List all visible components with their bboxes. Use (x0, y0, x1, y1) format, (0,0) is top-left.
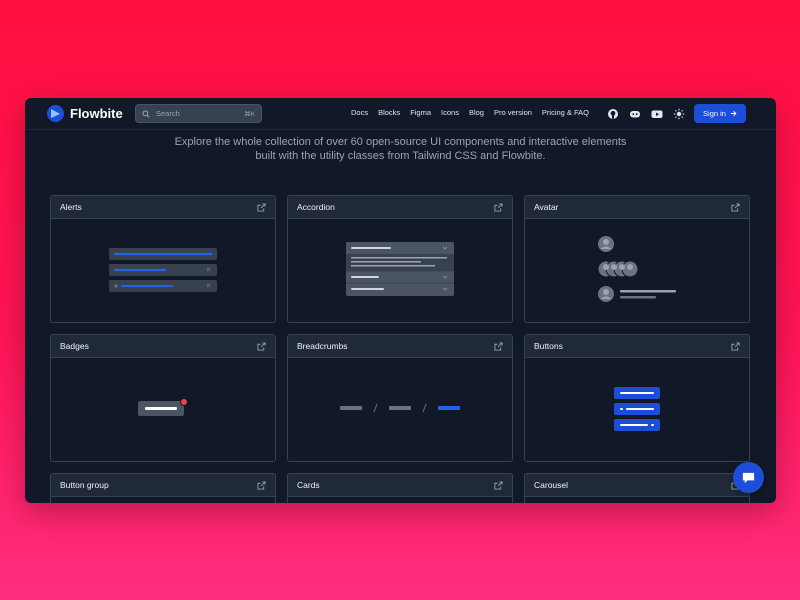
nav-link-blocks[interactable]: Blocks (378, 108, 400, 117)
card-header: Buttons (525, 335, 749, 358)
card-title: Alerts (60, 202, 82, 212)
sun-icon[interactable] (673, 107, 685, 120)
alerts-preview (51, 219, 275, 322)
accordion-preview (288, 219, 512, 322)
chat-bubble-icon (742, 472, 755, 484)
external-link-icon[interactable] (494, 341, 503, 351)
arrow-right-icon (730, 111, 737, 116)
card-header: Avatar (525, 196, 749, 219)
card-header: Alerts (51, 196, 275, 219)
intro-line-1: Explore the whole collection of over 60 … (174, 136, 627, 148)
avatar-preview (525, 219, 749, 322)
component-card-carousel[interactable]: Carousel (524, 473, 750, 503)
nav-link-blog[interactable]: Blog (469, 108, 484, 117)
component-card-avatar[interactable]: Avatar (524, 195, 750, 323)
nav-links: Docs Blocks Figma Icons Blog Pro version… (351, 108, 599, 117)
component-card-buttons[interactable]: Buttons (524, 334, 750, 462)
component-card-accordion[interactable]: Accordion (287, 195, 513, 323)
github-icon[interactable] (607, 107, 619, 119)
card-header: Accordion (288, 196, 512, 219)
card-title: Carousel (534, 480, 569, 490)
intro-line-2: built with the utility classes from Tail… (255, 150, 546, 162)
buttons-preview (525, 358, 749, 461)
external-link-icon[interactable] (494, 480, 503, 490)
external-link-icon[interactable] (731, 202, 740, 212)
card-title: Avatar (534, 202, 559, 212)
component-card-breadcrumbs[interactable]: Breadcrumbs (287, 334, 513, 462)
external-link-icon[interactable] (257, 341, 266, 351)
component-card-cards[interactable]: Cards (287, 473, 513, 503)
nav-link-figma[interactable]: Figma (410, 108, 431, 117)
card-title: Breadcrumbs (297, 341, 348, 351)
search-placeholder: Search (156, 109, 180, 118)
card-title: Cards (297, 480, 320, 490)
brand-logo[interactable]: Flowbite (47, 105, 123, 122)
nav-link-icons[interactable]: Icons (441, 108, 459, 117)
component-card-button-group[interactable]: Button group (50, 473, 276, 503)
discord-icon[interactable] (629, 107, 641, 119)
card-header: Breadcrumbs (288, 335, 512, 358)
search-input[interactable]: Search ⌘K (135, 104, 262, 123)
youtube-icon[interactable] (651, 107, 663, 119)
card-header: Carousel (525, 474, 749, 497)
nav-link-pricing[interactable]: Pricing & FAQ (542, 108, 589, 117)
nav-link-pro-version[interactable]: Pro version (494, 108, 532, 117)
card-header: Button group (51, 474, 275, 497)
sign-in-label: Sign in (703, 109, 726, 118)
component-card-badges[interactable]: Badges (50, 334, 276, 462)
breadcrumbs-preview (288, 358, 512, 461)
external-link-icon[interactable] (494, 202, 503, 212)
card-title: Button group (60, 480, 109, 490)
card-title: Accordion (297, 202, 335, 212)
card-header: Badges (51, 335, 275, 358)
flowbite-logo-icon (47, 105, 64, 122)
card-title: Badges (60, 341, 89, 351)
intro-text: Explore the whole collection of over 60 … (25, 135, 776, 163)
external-link-icon[interactable] (257, 202, 266, 212)
component-card-alerts[interactable]: Alerts (50, 195, 276, 323)
external-link-icon[interactable] (731, 341, 740, 351)
search-shortcut: ⌘K (244, 110, 255, 118)
app-window: Flowbite Search ⌘K Docs Blocks Figma Ico… (25, 98, 776, 503)
top-navbar: Flowbite Search ⌘K Docs Blocks Figma Ico… (25, 98, 776, 130)
nav-link-docs[interactable]: Docs (351, 108, 368, 117)
nav-icons (607, 107, 685, 120)
chat-button[interactable] (733, 462, 764, 493)
search-icon (142, 109, 150, 118)
external-link-icon[interactable] (257, 480, 266, 490)
card-header: Cards (288, 474, 512, 497)
sign-in-button[interactable]: Sign in (694, 104, 746, 123)
card-title: Buttons (534, 341, 563, 351)
badges-preview (51, 358, 275, 461)
brand-name: Flowbite (70, 106, 123, 121)
